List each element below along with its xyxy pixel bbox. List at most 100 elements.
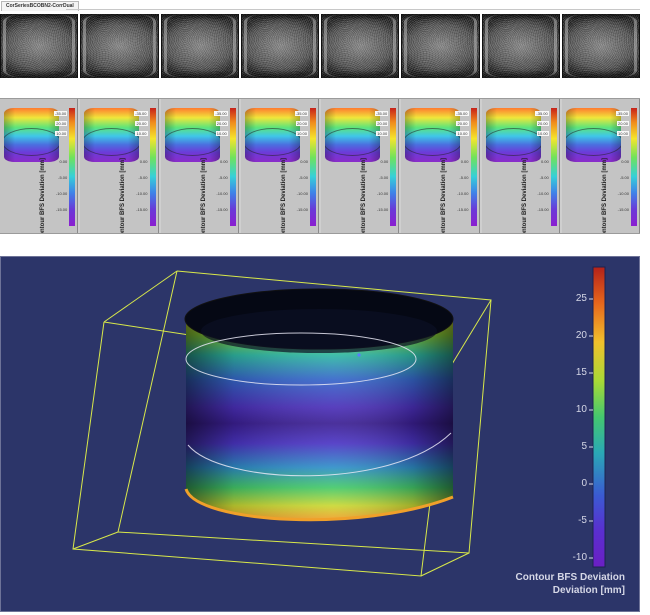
contour-map-image (4, 108, 59, 162)
contour-panel[interactable]: Contour BFS Deviation [mm] -35.00 20.00 10.… (401, 99, 480, 233)
mini-tick-label: -15.00 (55, 207, 68, 212)
speckle-frame[interactable] (321, 14, 400, 78)
colorbar-title: Contour BFS Deviation [mm] (280, 158, 287, 233)
speckle-frame[interactable] (561, 14, 640, 78)
mini-tick-label: -35.00 (214, 111, 228, 116)
speckle-frame[interactable] (401, 14, 480, 78)
speckle-frame[interactable] (0, 14, 79, 78)
contour-map-image (485, 108, 541, 162)
mini-tick-label: -5.00 (298, 175, 308, 180)
mini-tick-label: 20.00 (215, 121, 228, 126)
colorbar-title: Contour BFS Deviation [mm] (200, 158, 207, 233)
mini-tick-label: 0.00 (380, 159, 389, 164)
mini-tick-label: -35.00 (134, 111, 148, 116)
contour-panel[interactable]: Contour BFS Deviation [mm] -35.00 20.00 10.… (240, 99, 319, 233)
contour-panel[interactable]: Contour BFS Deviation [mm] -35.00 20.00 10.… (80, 99, 159, 233)
mini-tick-label: -15.00 (617, 207, 629, 212)
colorbar-title: Contour BFS Deviation [mm] (601, 158, 608, 233)
mini-colorbar (69, 108, 76, 226)
mini-tick-label: -15.00 (216, 207, 228, 212)
mini-tick-label: -10.00 (376, 191, 389, 196)
colorbar-tick-label: -10 (572, 552, 587, 563)
colorbar-ticks (589, 298, 593, 559)
mini-colorbar (470, 108, 477, 226)
mini-tick-label: 0.00 (59, 159, 68, 164)
mini-tick-label: -10.00 (55, 191, 68, 196)
mini-tick-label: -5.00 (459, 175, 469, 180)
mini-colorbar (550, 108, 557, 226)
colorbar-tick-label: 25 (575, 293, 587, 304)
mini-tick-label: 10.00 (456, 131, 469, 136)
mini-tick-label: 0.00 (300, 159, 308, 164)
mini-tick-label: -10.00 (457, 191, 469, 196)
colorbar-tick-label: -5 (578, 515, 587, 526)
center-point (357, 353, 361, 357)
colorbar-title: Contour BFS Deviation [mm] (361, 158, 367, 233)
tab-divider (66, 9, 640, 10)
mini-tick-label: 20.00 (55, 121, 68, 126)
mini-tick-label: 10.00 (215, 131, 228, 136)
cylinder-specimen (184, 288, 454, 522)
mini-tick-label: -10.00 (216, 191, 228, 196)
legend-unit: Deviation [mm] (552, 585, 625, 596)
mini-tick-label: 20.00 (536, 121, 549, 126)
mini-tick-label: 10.00 (536, 131, 549, 136)
colorbar (592, 266, 606, 568)
colorbar-tick-label: 5 (581, 441, 587, 452)
colorbar-tick-label: 15 (575, 367, 587, 378)
mini-colorbar-ticks: -35.00 20.00 10.00 0.00 -5.00 -10.00 -15.00 (374, 109, 389, 225)
mini-tick-label: 10.00 (376, 131, 389, 136)
contour-panel[interactable]: Contour BFS Deviation [mm] -35.00 20.00 10.… (561, 99, 640, 233)
mini-tick-label: 0.00 (621, 159, 629, 164)
3d-viewport[interactable]: 25 20 15 10 5 0 -5 -10 Contour BFS Deviation De… (0, 256, 640, 612)
speckle-frame[interactable] (240, 14, 319, 78)
bbox-edge (420, 552, 470, 577)
mini-tick-label: 10.00 (55, 131, 68, 136)
mini-tick-label: -15.00 (136, 207, 148, 212)
contour-map-image (325, 108, 380, 162)
mini-tick-label: -5.00 (218, 175, 228, 180)
3d-scene[interactable] (1, 257, 640, 612)
contour-map-image (405, 108, 461, 162)
bbox-edge (103, 270, 178, 323)
mini-colorbar (390, 108, 397, 226)
mini-tick-label: -5.00 (58, 175, 68, 180)
contour-map-image (164, 108, 220, 162)
mini-tick-label: 0.00 (139, 159, 148, 164)
mini-tick-label: -35.00 (53, 111, 68, 116)
colorbar-tick-label: 0 (581, 478, 587, 489)
mini-tick-label: -35.00 (615, 111, 629, 116)
speckle-frame[interactable] (481, 14, 560, 78)
mini-tick-label: -5.00 (619, 175, 629, 180)
mini-colorbar-ticks: -35.00 20.00 10.00 0.00 -5.00 -10.00 -15.00 (214, 109, 228, 225)
mini-colorbar (310, 108, 316, 226)
mini-tick-label: -15.00 (376, 207, 389, 212)
speckle-frame[interactable] (160, 14, 239, 78)
mini-tick-label: 0.00 (540, 159, 549, 164)
contour-panel[interactable]: Contour BFS Deviation [mm] -35.00 20.00 10.… (0, 99, 79, 233)
contour-panel[interactable]: Contour BFS Deviation [mm] -35.00 20.00 10.… (321, 99, 400, 233)
mini-colorbar-ticks: -35.00 20.00 10.00 0.00 -5.00 -10.00 -15.00 (53, 109, 68, 225)
mini-tick-label: -35.00 (294, 111, 308, 116)
mini-tick-label: 20.00 (376, 121, 389, 126)
contour-panel[interactable]: Contour BFS Deviation [mm] -35.00 20.00 10.… (481, 99, 560, 233)
colorbar-title: Contour BFS Deviation [mm] (40, 158, 46, 233)
colorbar-title: Contour BFS Deviation [mm] (441, 158, 448, 233)
mini-tick-label: 10.00 (135, 131, 148, 136)
mini-colorbar-ticks: -35.00 20.00 10.00 0.00 -5.00 -10.00 -15.00 (615, 109, 629, 225)
mini-tick-label: -35.00 (374, 111, 389, 116)
mini-colorbar (631, 108, 637, 226)
speckle-frame[interactable] (80, 14, 159, 78)
mini-tick-label: 0.00 (219, 159, 228, 164)
contour-panel[interactable]: Contour BFS Deviation [mm] -35.00 20.00 10.… (160, 99, 239, 233)
mini-tick-label: 0.00 (460, 159, 469, 164)
mini-tick-label: -10.00 (537, 191, 549, 196)
contour-map-strip: Contour BFS Deviation [mm] -35.00 20.00 10.… (0, 98, 640, 234)
mini-colorbar-ticks: -35.00 20.00 10.00 0.00 -5.00 -10.00 -15.00 (294, 109, 308, 225)
colorbar-tick-label: 20 (575, 330, 587, 341)
mini-tick-label: -15.00 (537, 207, 549, 212)
contour-map-image (565, 108, 621, 162)
mini-tick-label: 10.00 (295, 131, 308, 136)
mini-tick-label: 10.00 (616, 131, 629, 136)
colorbar-tick-label: 10 (575, 404, 587, 415)
